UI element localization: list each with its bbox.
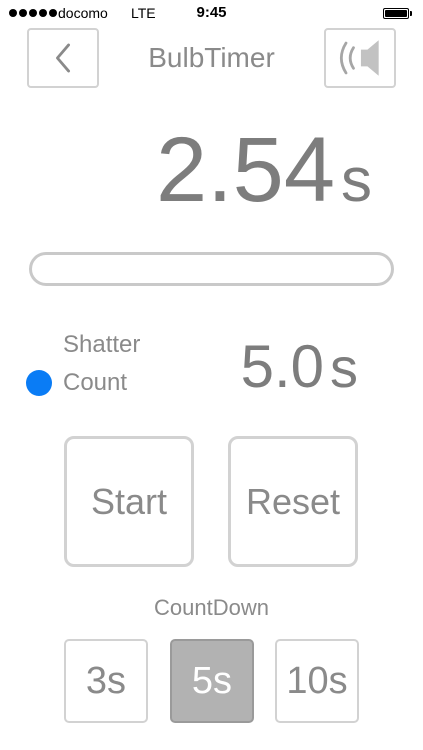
start-button[interactable]: Start	[64, 436, 194, 567]
sound-button[interactable]	[324, 28, 396, 88]
elapsed-time-value: 2.54	[155, 119, 335, 221]
countdown-5s-button[interactable]: 5s	[170, 639, 254, 723]
status-time: 9:45	[196, 4, 227, 21]
shutter-time-unit: s	[330, 336, 358, 399]
elapsed-time-unit: s	[341, 146, 372, 215]
countdown-label: CountDown	[154, 595, 269, 620]
shutter-time-display: 5.0 s	[0, 334, 358, 401]
shutter-time-value: 5.0	[240, 333, 324, 400]
reset-button[interactable]: Reset	[228, 436, 358, 567]
countdown-10s-button[interactable]: 10s	[275, 639, 359, 723]
battery-icon	[383, 8, 413, 20]
elapsed-time-display: 2.54s	[0, 120, 372, 231]
countdown-3s-button[interactable]: 3s	[64, 639, 148, 723]
speaker-icon	[339, 40, 379, 76]
progress-bar	[29, 252, 394, 286]
status-bar: docomo LTE 9:45	[0, 0, 423, 28]
